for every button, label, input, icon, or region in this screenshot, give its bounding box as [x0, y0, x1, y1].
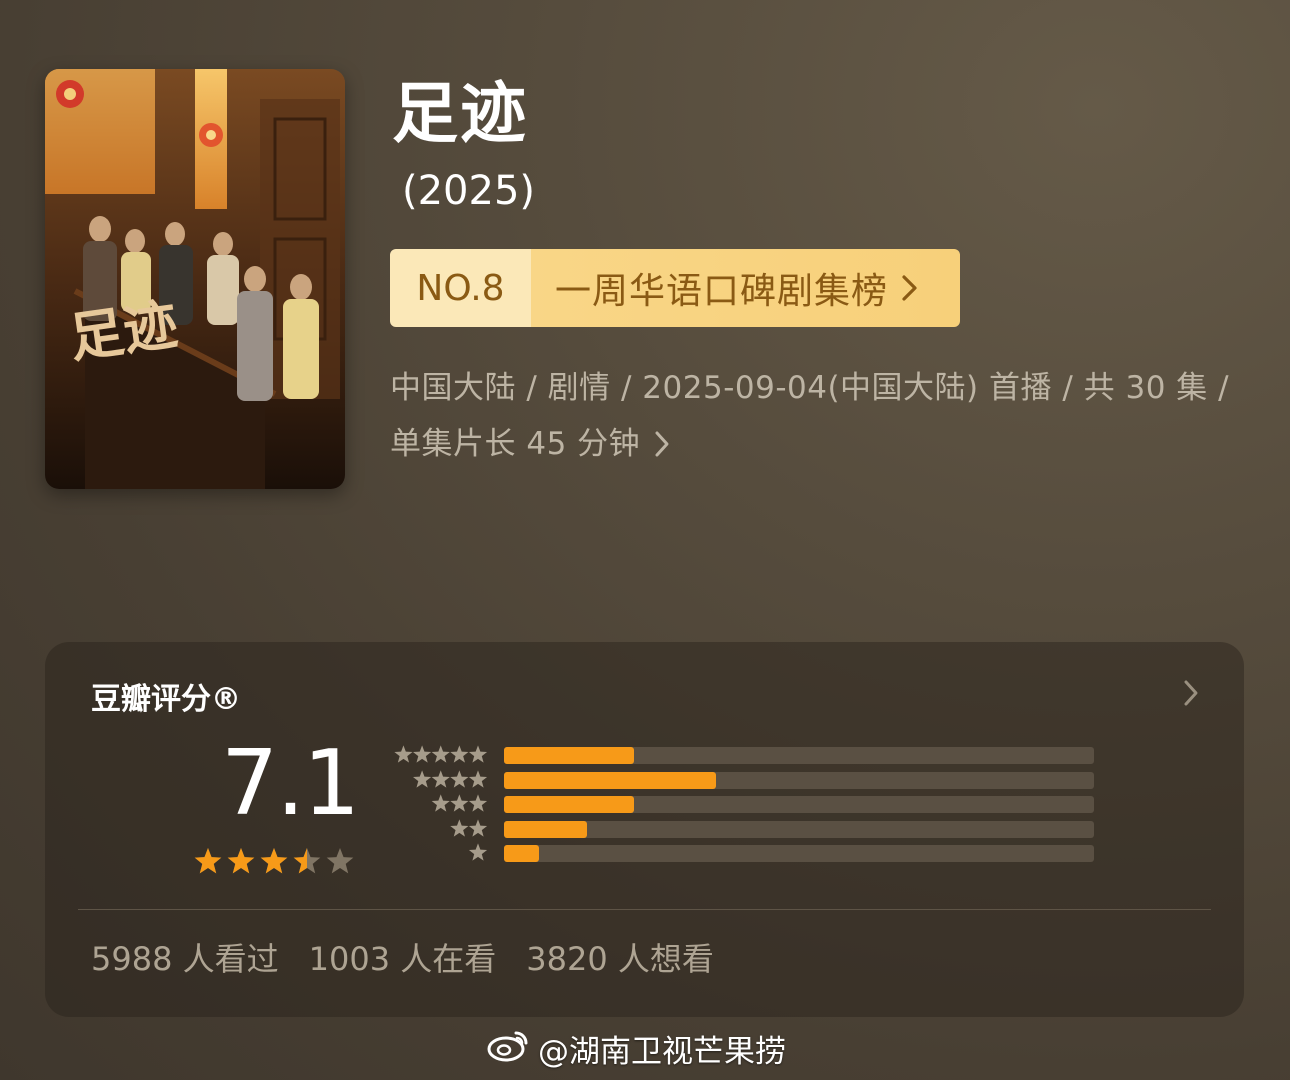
watermark: @湖南卫视芒果捞 [486, 1026, 786, 1071]
rating-label: 豆瓣评分® [91, 682, 241, 717]
ranking-number: NO.8 [390, 249, 531, 327]
star-icon [293, 848, 321, 874]
rating-card: 豆瓣评分® 7.1 5988 人看过 1003 人在看 3820 人想看 [45, 642, 1244, 1017]
divider [78, 909, 1211, 910]
star-icon [260, 848, 288, 874]
distribution-stars-icon [431, 794, 488, 812]
distribution-stars-icon [468, 843, 488, 861]
stat-watched[interactable]: 5988 人看过 [91, 934, 279, 980]
distribution-stars-icon [450, 818, 488, 837]
distribution-track [504, 820, 1094, 838]
stat-watching[interactable]: 1003 人在看 [309, 934, 497, 980]
show-year: (2025) [402, 168, 536, 214]
distribution-stars-icon [413, 769, 488, 788]
distribution-bar [504, 845, 540, 862]
meta-line-2-wrap: 单集片长 45 分钟 [390, 416, 670, 472]
distribution-bar [504, 820, 587, 838]
ranking-name-wrap: 一周华语口碑剧集榜 [531, 249, 960, 327]
rating-score: 7.1 [221, 731, 360, 836]
distribution-bar [504, 747, 634, 764]
rating-stars [193, 846, 355, 876]
weibo-logo-icon [486, 1027, 532, 1071]
distribution-bar [504, 771, 717, 789]
ranking-name: 一周华语口碑剧集榜 [555, 271, 889, 312]
ranking-badge[interactable]: NO.8 一周华语口碑剧集榜 [390, 249, 960, 327]
meta-line-2: 单集片长 45 分钟 [390, 426, 641, 462]
meta-line-1: 中国大陆 / 剧情 / 2025-09-04(中国大陆) 首播 / 共 30 集… [390, 370, 1230, 406]
watermark-text: @湖南卫视芒果捞 [538, 1034, 786, 1070]
show-meta[interactable]: 中国大陆 / 剧情 / 2025-09-04(中国大陆) 首播 / 共 30 集… [390, 360, 1260, 472]
distribution-stars-icon [394, 745, 488, 763]
poster-image[interactable]: 足迹 [45, 69, 345, 489]
show-title: 足迹 [392, 75, 528, 152]
star-icon [194, 848, 222, 874]
chevron-right-icon[interactable] [1182, 678, 1200, 712]
chevron-right-icon [654, 429, 670, 459]
distribution-bar [504, 796, 634, 813]
stat-want[interactable]: 3820 人想看 [526, 934, 714, 980]
stats-row: 5988 人看过 1003 人在看 3820 人想看 [91, 934, 714, 980]
distribution-track [504, 845, 1094, 862]
star-icon [227, 848, 255, 874]
chevron-right-icon [900, 273, 920, 303]
star-icon [326, 848, 354, 874]
